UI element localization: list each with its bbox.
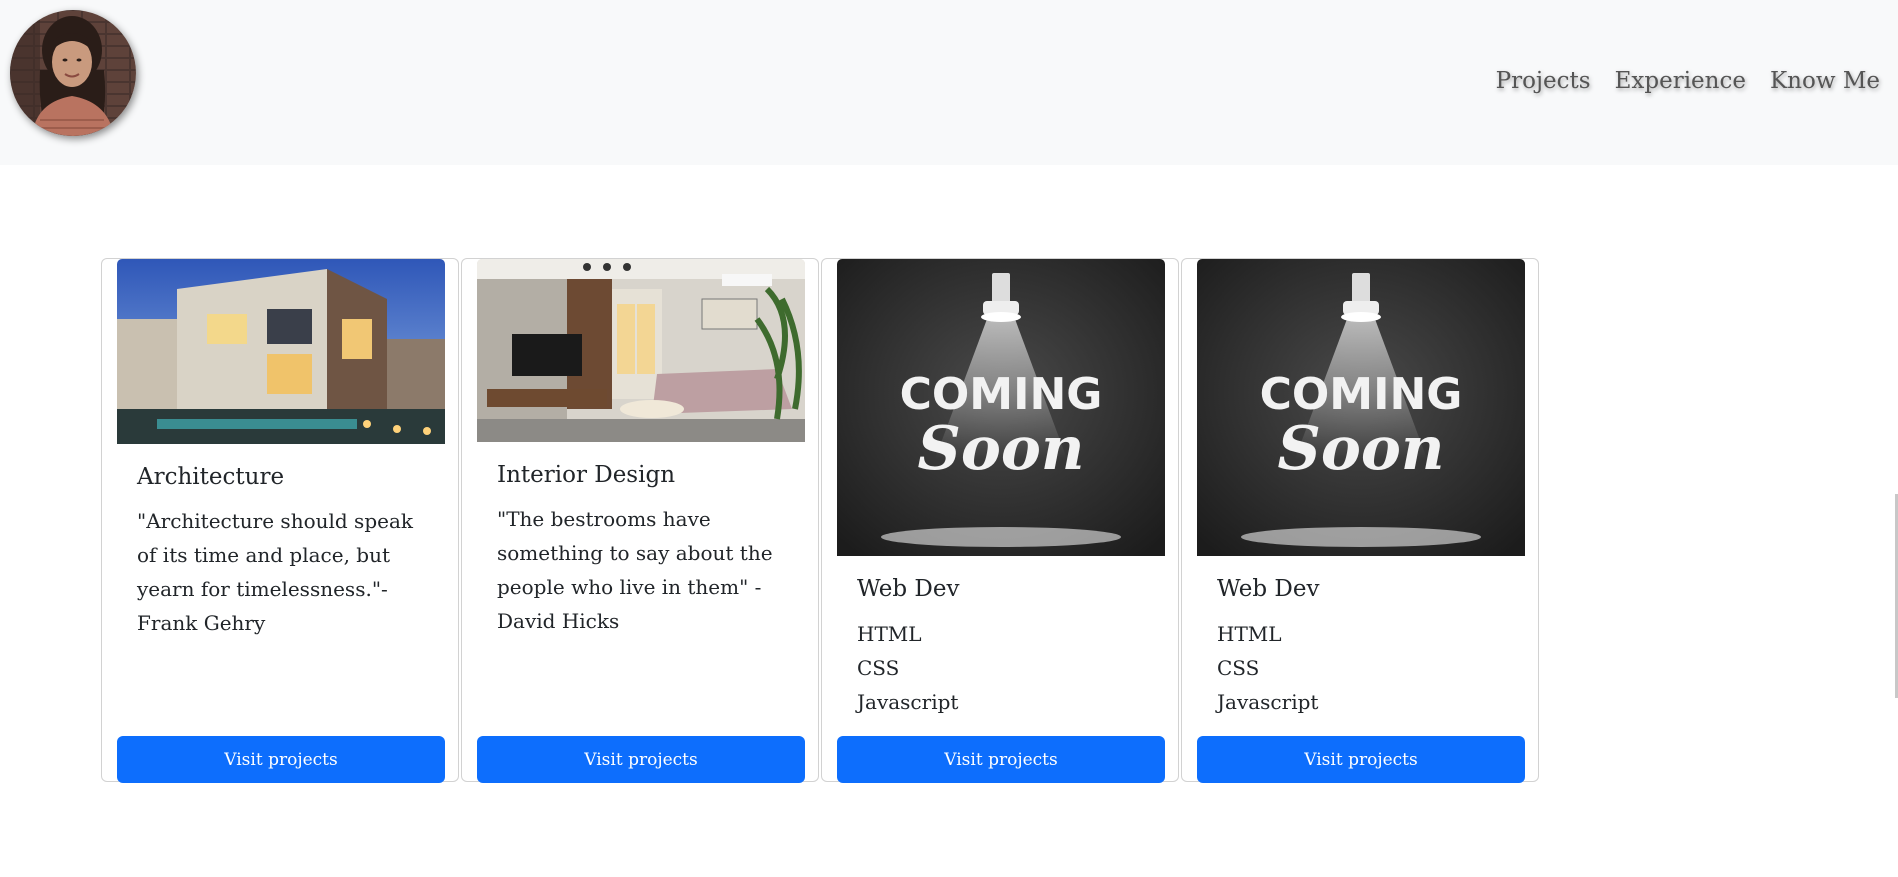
card-title: Web Dev [857,576,960,602]
coming-soon-image: COMING Soon [1197,259,1525,556]
tech-list-item: HTML [857,622,922,646]
card-text: "Architecture should speak of its time a… [137,509,413,635]
tech-list-item: CSS [857,656,900,680]
avatar[interactable] [10,10,136,136]
interior-image [477,259,805,442]
project-card-web-dev-2: COMING Soon Web Dev HTML CSS Javascript … [1181,258,1539,783]
visit-projects-button[interactable]: Visit projects [1197,736,1525,783]
tech-list-item: CSS [1217,656,1260,680]
card-title: Interior Design [497,462,676,488]
card-title: Architecture [137,464,285,490]
nav-link-projects[interactable]: Projects [1496,68,1591,94]
nav-links: Projects Experience Know Me [1496,68,1880,94]
avatar-image [10,10,136,136]
project-card-web-dev: COMING Soon Web Dev HTML CSS Javascript … [821,258,1179,783]
project-card-architecture: Architecture "Architecture should speak … [101,258,459,783]
coming-soon-image: COMING Soon [837,259,1165,556]
coming-text: COMING [1260,369,1463,420]
visit-projects-button[interactable]: Visit projects [837,736,1165,783]
tech-list: HTML CSS Javascript [857,617,1157,719]
project-card-interior-design: Interior Design "The bestrooms have some… [461,258,819,783]
tech-list-item: Javascript [857,690,959,714]
visit-projects-button[interactable]: Visit projects [117,736,445,783]
soon-text: Soon [918,414,1085,484]
navbar: Projects Experience Know Me [0,0,1898,165]
tech-list: HTML CSS Javascript [1217,617,1517,719]
card-title: Web Dev [1217,576,1320,602]
visit-projects-button[interactable]: Visit projects [477,736,805,783]
nav-link-know-me[interactable]: Know Me [1770,68,1880,94]
coming-text: COMING [900,369,1103,420]
tech-list-item: Javascript [1217,690,1319,714]
tech-list-item: HTML [1217,622,1282,646]
soon-text: Soon [1278,414,1445,484]
architecture-image [117,259,445,444]
nav-link-experience[interactable]: Experience [1615,68,1746,94]
card-text: "The bestrooms have something to say abo… [497,507,773,633]
